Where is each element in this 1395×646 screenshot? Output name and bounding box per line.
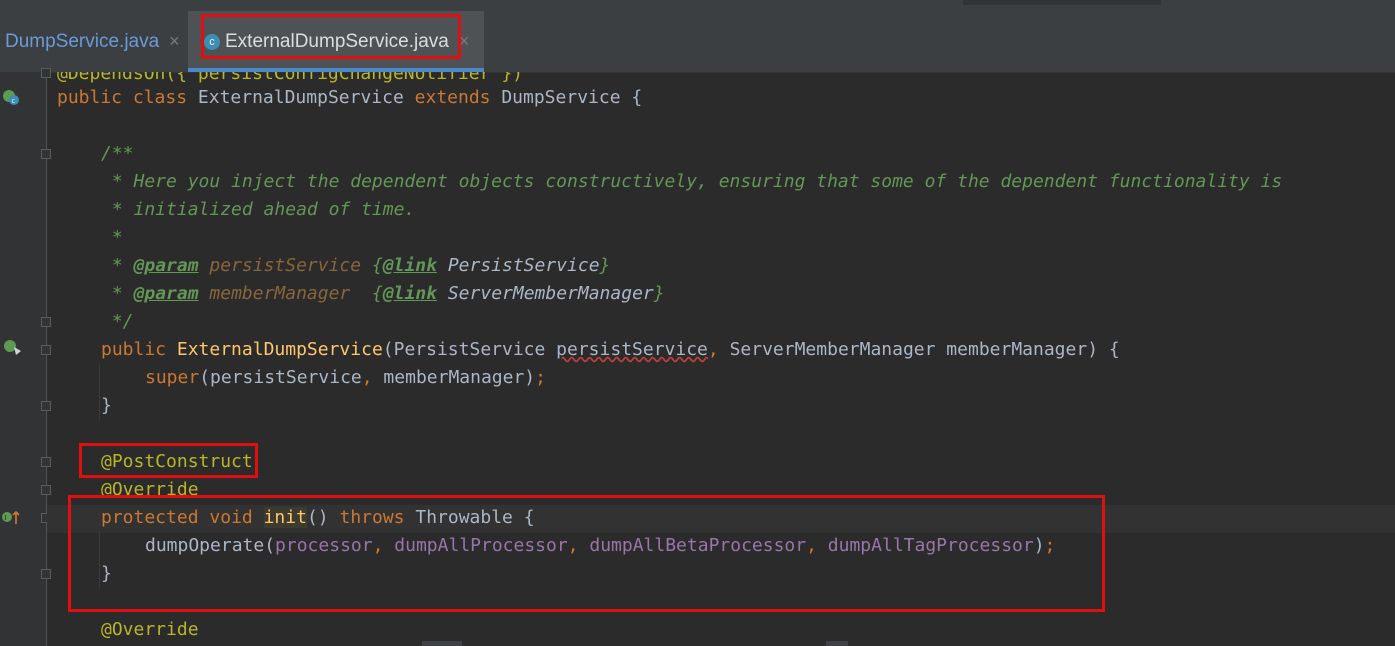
top-strip [963,0,1161,5]
super-call: super(persistService, memberManager); [145,367,546,388]
code-line: public class ExternalDumpService extends… [57,87,643,108]
editor-gutter: c I [0,72,46,646]
javadoc-line: * Here you inject the dependent objects … [101,171,1283,192]
close-icon[interactable]: × [169,31,180,52]
javadoc-line: */ [101,311,134,332]
scroll-indicator[interactable] [826,641,848,646]
implements-method-icon[interactable]: I [1,509,21,531]
code-line: } [101,395,112,416]
javadoc-param: * @param memberManager {@link ServerMemb… [101,283,665,304]
scroll-indicator[interactable] [422,641,462,646]
javadoc-param: * @param persistService {@link PersistSe… [101,255,611,276]
javadoc-line: * [101,227,123,248]
javadoc-line: /** [101,143,134,164]
spring-bean-icon[interactable]: c [2,88,20,110]
svg-text:I: I [5,514,7,522]
tab-label: DumpService.java [5,30,160,52]
indent-guide [99,364,100,420]
constructor-signature: public ExternalDumpService(PersistServic… [101,339,1120,360]
override-annotation: @Override [101,619,199,640]
javadoc-line: * initialized ahead of time. [101,199,416,220]
highlight-box-init-method [68,495,1105,612]
highlight-box-postconstruct [79,443,258,478]
spring-bean-icon[interactable] [2,338,22,360]
highlight-box-tab [201,14,461,59]
svg-text:c: c [12,97,16,105]
tab-dumpservice[interactable]: DumpService.java × [0,11,187,72]
